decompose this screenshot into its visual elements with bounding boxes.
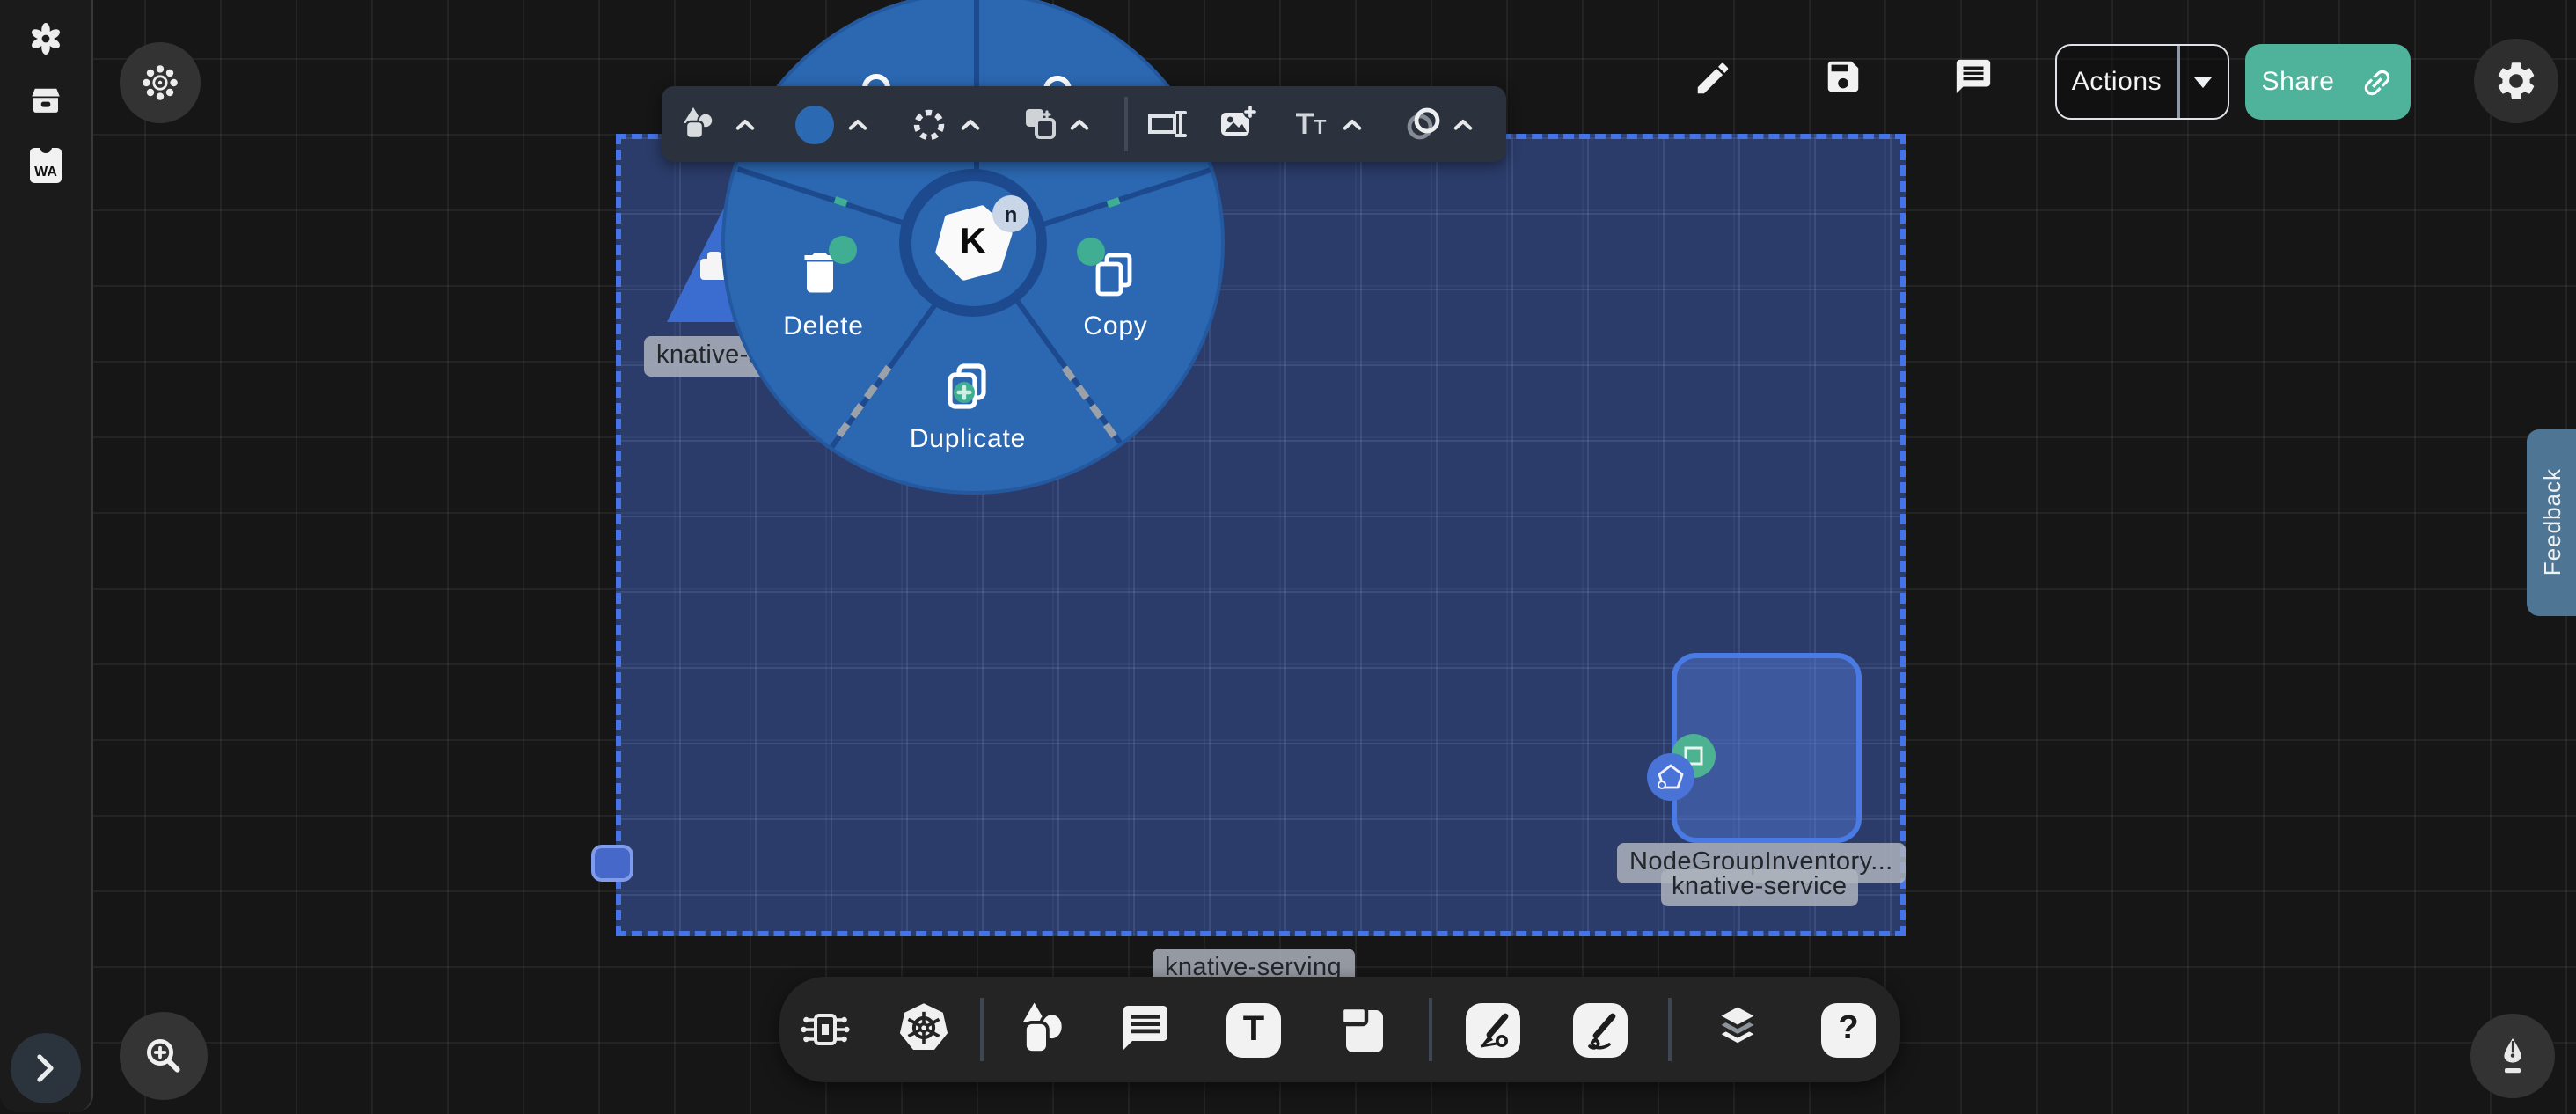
border-style-button[interactable] [911, 106, 947, 142]
save-button[interactable] [1823, 56, 1863, 97]
toolbar-divider [1668, 998, 1671, 1061]
style-toolbar: TT [662, 86, 1506, 162]
actions-split-button[interactable]: Actions [2055, 44, 2229, 120]
zoom-in-button[interactable] [120, 1012, 208, 1100]
fill-color-expand[interactable] [848, 118, 867, 132]
arrange-button[interactable] [1021, 104, 1059, 143]
text-size-icon: T [1296, 106, 1314, 143]
share-button[interactable]: Share [2245, 44, 2411, 120]
text-size-button[interactable]: TT [1290, 106, 1332, 143]
copy-status-dot [1077, 238, 1105, 266]
actions-dropdown-button[interactable] [2179, 46, 2228, 118]
rename-field-icon [1147, 109, 1189, 139]
freehand-draw-icon [1580, 1009, 1621, 1050]
dashed-circle-icon [911, 106, 947, 142]
opacity-circles-icon [1404, 104, 1445, 144]
text-tool-glyph: T [1243, 1009, 1264, 1050]
actions-button-label[interactable]: Actions [2057, 46, 2177, 118]
node-label[interactable]: knative-service [1661, 869, 1857, 906]
toolbar-divider [1429, 998, 1431, 1061]
radial-item-copy[interactable]: Copy [1045, 311, 1186, 341]
add-image-icon [1218, 104, 1258, 144]
gear-icon [2493, 58, 2539, 104]
rename-button[interactable] [1147, 109, 1189, 139]
knative-n-badge: n [992, 195, 1029, 232]
chevron-up-icon [735, 118, 755, 132]
toolbar-divider [1124, 97, 1127, 151]
pen-connector-tool[interactable] [1466, 1002, 1520, 1057]
chevron-up-icon [848, 118, 867, 132]
opacity-button[interactable] [1404, 104, 1445, 144]
node-cluster-button[interactable] [120, 42, 201, 123]
edit-pencil-button[interactable] [1693, 58, 1733, 99]
delete-status-dot [829, 236, 857, 264]
comments-button[interactable] [1953, 56, 1994, 97]
shapes-tool[interactable] [1015, 1000, 1070, 1058]
feedback-tab-label: Feedback [2538, 469, 2565, 576]
connector-lab-tool[interactable] [799, 1003, 852, 1056]
fill-color-button[interactable] [795, 106, 834, 144]
kubernetes-tool[interactable] [896, 1000, 952, 1056]
shape-style-button[interactable] [679, 102, 721, 146]
node-cluster-icon [141, 63, 179, 102]
feedback-tab[interactable]: Feedback [2527, 429, 2576, 616]
chevron-up-icon [1070, 118, 1089, 132]
wa-badge-label: WA [34, 164, 57, 180]
chevron-up-icon [1453, 118, 1473, 132]
magnifier-plus-icon [143, 1035, 185, 1077]
opacity-expand[interactable] [1453, 118, 1473, 132]
link-icon [2360, 64, 2395, 99]
border-style-expand[interactable] [960, 118, 979, 132]
share-button-label: Share [2261, 67, 2334, 97]
radial-item-duplicate[interactable]: Duplicate [889, 424, 1047, 454]
pen-mode-button[interactable] [2470, 1014, 2555, 1098]
pinwheel-logo-icon[interactable] [26, 19, 65, 58]
caret-down-icon [2193, 75, 2214, 89]
duplicate-icon[interactable] [941, 361, 994, 414]
shape-style-icon [679, 103, 721, 145]
comment-tool[interactable] [1119, 1001, 1172, 1054]
pentagon-badge-icon [1647, 753, 1694, 801]
chevron-right-icon [37, 1054, 55, 1082]
arrange-layers-icon [1021, 104, 1059, 143]
archive-icon[interactable] [27, 81, 64, 118]
toolbar-divider [980, 998, 983, 1061]
frame-tool[interactable] [1336, 1001, 1388, 1056]
chevron-up-icon [1343, 118, 1362, 132]
bottom-toolbar: T ? [779, 977, 1900, 1082]
text-size-expand[interactable] [1343, 118, 1362, 132]
help-tool[interactable]: ? [1821, 1002, 1876, 1057]
selection-resize-handle[interactable] [591, 845, 633, 882]
freehand-draw-tool[interactable] [1573, 1002, 1628, 1057]
add-image-button[interactable] [1218, 104, 1258, 144]
expand-sidebar-button[interactable] [11, 1033, 81, 1103]
left-sidebar: WA [0, 0, 93, 1112]
arrange-expand[interactable] [1070, 118, 1089, 132]
shape-style-expand[interactable] [735, 118, 755, 132]
layers-tool[interactable] [1709, 1000, 1767, 1058]
wa-badge-icon[interactable]: WA [30, 148, 62, 183]
pen-connector-icon [1473, 1009, 1513, 1050]
settings-button[interactable] [2474, 39, 2558, 123]
chevron-up-icon [960, 118, 979, 132]
help-tool-glyph: ? [1838, 1010, 1858, 1049]
text-tool[interactable]: T [1226, 1002, 1281, 1057]
pen-nib-icon [2492, 1035, 2534, 1077]
radial-item-delete[interactable]: Delete [753, 311, 894, 341]
